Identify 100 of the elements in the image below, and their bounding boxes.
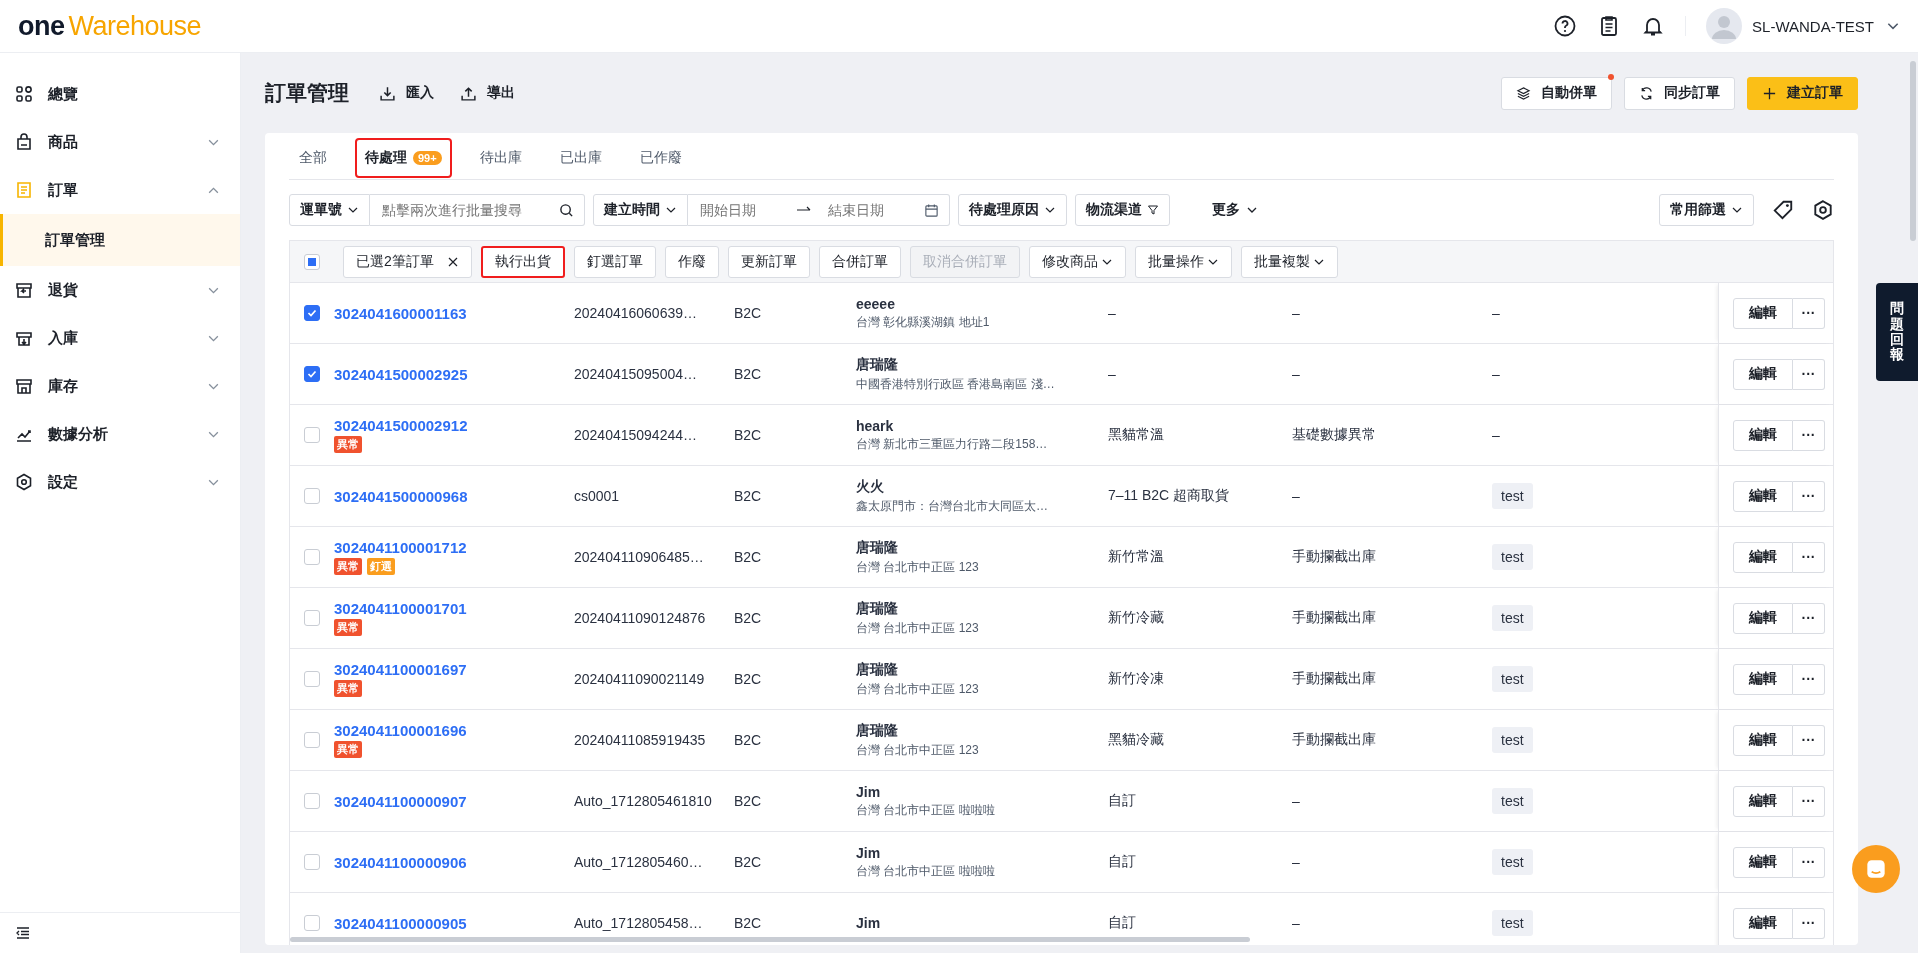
close-icon[interactable] bbox=[446, 255, 459, 268]
edit-button[interactable]: 編輯 bbox=[1733, 663, 1793, 695]
order-link[interactable]: 3024041100001712 bbox=[334, 539, 574, 556]
export-button[interactable]: 導出 bbox=[460, 84, 515, 102]
order-link[interactable]: 3024041100000907 bbox=[334, 792, 574, 810]
row-checkbox[interactable] bbox=[304, 366, 320, 382]
calendar-icon[interactable] bbox=[924, 202, 939, 218]
search-icon[interactable] bbox=[559, 202, 574, 218]
row-checkbox[interactable] bbox=[304, 427, 320, 443]
tab[interactable]: 已出庫 bbox=[549, 137, 612, 178]
tab[interactable]: 已作廢 bbox=[629, 137, 692, 178]
table-cell-text: 黑貓常溫 bbox=[1108, 426, 1165, 444]
more-button[interactable]: ··· bbox=[1793, 541, 1825, 573]
nav-subitem[interactable]: 訂單管理 bbox=[0, 214, 240, 266]
row-checkbox[interactable] bbox=[304, 671, 320, 687]
table-cell-text: 20240411090124876 bbox=[574, 610, 707, 626]
create-button[interactable]: 建立訂單 bbox=[1747, 76, 1858, 110]
edit-button[interactable]: 編輯 bbox=[1733, 907, 1793, 939]
count-badge: 99+ bbox=[413, 150, 442, 165]
row-checkbox[interactable] bbox=[304, 488, 320, 504]
order-link[interactable]: 3024041500002912 bbox=[334, 417, 574, 434]
date-range-field[interactable]: 開始日期 結束日期 bbox=[688, 194, 950, 226]
nav-item[interactable]: 總覽 bbox=[0, 70, 240, 118]
more-button[interactable]: ··· bbox=[1793, 846, 1825, 878]
tab[interactable]: 待處理 99+ bbox=[355, 137, 452, 178]
date-type-select[interactable]: 建立時間 bbox=[593, 194, 688, 226]
more-button[interactable]: ··· bbox=[1793, 785, 1825, 817]
more-button[interactable]: ··· bbox=[1793, 297, 1825, 329]
select-all-checkbox[interactable] bbox=[304, 253, 320, 270]
order-link[interactable]: 3024041500002925 bbox=[334, 365, 574, 383]
help-icon[interactable] bbox=[1553, 14, 1578, 38]
order-link[interactable]: 3024041600001163 bbox=[334, 304, 574, 322]
order-link[interactable]: 3024041100001697 bbox=[334, 661, 574, 678]
table-cell-text: 手動攔截出庫 bbox=[1292, 548, 1377, 566]
user-name[interactable]: SL-WANDA-TEST bbox=[1752, 17, 1874, 35]
edit-button[interactable]: 編輯 bbox=[1733, 785, 1793, 817]
row-checkbox[interactable] bbox=[304, 305, 320, 321]
settings-icon[interactable] bbox=[1812, 199, 1834, 221]
bulk-action-button[interactable]: 釘選訂單 bbox=[573, 245, 656, 278]
order-link[interactable]: 3024041100000905 bbox=[334, 914, 574, 932]
nav-item[interactable]: 退貨 bbox=[0, 266, 240, 314]
tab[interactable]: 全部 bbox=[289, 137, 337, 178]
bulk-action-button[interactable]: 作廢 bbox=[664, 245, 719, 278]
row-checkbox[interactable] bbox=[304, 732, 320, 748]
more-button[interactable]: ··· bbox=[1793, 419, 1825, 451]
bulk-action-button[interactable]: 執行出貨 bbox=[480, 245, 565, 278]
order-link[interactable]: 3024041500000968 bbox=[334, 487, 574, 505]
edit-button[interactable]: 編輯 bbox=[1733, 297, 1793, 329]
row-checkbox[interactable] bbox=[304, 549, 320, 565]
feedback-tab[interactable]: 問題回報 bbox=[1876, 283, 1918, 381]
row-checkbox[interactable] bbox=[304, 793, 320, 809]
tab[interactable]: 待出庫 bbox=[469, 137, 532, 178]
bulk-action-button[interactable]: 批量操作 bbox=[1134, 245, 1232, 278]
bulk-action-button[interactable]: 批量複製 bbox=[1240, 245, 1338, 278]
row-checkbox[interactable] bbox=[304, 610, 320, 626]
edit-button[interactable]: 編輯 bbox=[1733, 541, 1793, 573]
saved-filters-select[interactable]: 常用篩選 bbox=[1659, 194, 1754, 226]
nav-item[interactable]: 入庫 bbox=[0, 314, 240, 362]
scrollbar-thumb[interactable] bbox=[290, 937, 1250, 942]
scrollbar-thumb[interactable] bbox=[1910, 61, 1916, 241]
more-button[interactable]: ··· bbox=[1793, 724, 1825, 756]
tag-chip: test bbox=[1492, 910, 1533, 936]
nav-item[interactable]: 設定 bbox=[0, 458, 240, 506]
return-box-icon bbox=[14, 280, 34, 300]
nav-item[interactable]: 商品 bbox=[0, 118, 240, 166]
channel-filter[interactable]: 物流渠道 bbox=[1075, 194, 1170, 226]
table-cell: – bbox=[1492, 305, 1500, 321]
edit-button[interactable]: 編輯 bbox=[1733, 602, 1793, 634]
more-button[interactable]: ··· bbox=[1793, 480, 1825, 512]
edit-button[interactable]: 編輯 bbox=[1733, 724, 1793, 756]
order-link[interactable]: 3024041100000906 bbox=[334, 853, 574, 871]
row-checkbox[interactable] bbox=[304, 854, 320, 870]
recipient-address: 中國香港特別行政區 香港島南區 淺… bbox=[856, 375, 1055, 393]
import-button[interactable]: 匯入 bbox=[379, 84, 434, 102]
bulk-action-button[interactable]: 更新訂單 bbox=[727, 245, 810, 278]
bulk-action-button[interactable]: 修改商品 bbox=[1028, 245, 1126, 278]
nav-item[interactable]: 數據分析 bbox=[0, 410, 240, 458]
edit-button[interactable]: 編輯 bbox=[1733, 846, 1793, 878]
more-button[interactable]: ··· bbox=[1793, 907, 1825, 939]
sync-button[interactable]: 同步訂單 bbox=[1624, 76, 1735, 110]
nav-item[interactable]: 訂單 bbox=[0, 166, 240, 214]
search-type-select[interactable]: 運單號 bbox=[289, 194, 370, 226]
more-button[interactable]: ··· bbox=[1793, 358, 1825, 390]
bulk-action-button[interactable]: 合併訂單 bbox=[818, 245, 901, 278]
tag-icon[interactable] bbox=[1772, 199, 1794, 221]
search-field[interactable]: 點擊兩次進行批量搜尋 bbox=[370, 194, 585, 226]
edit-button[interactable]: 編輯 bbox=[1733, 480, 1793, 512]
order-link[interactable]: 3024041100001696 bbox=[334, 722, 574, 739]
layers-button[interactable]: 自動併單 bbox=[1501, 76, 1612, 110]
edit-button[interactable]: 編輯 bbox=[1733, 358, 1793, 390]
order-link[interactable]: 3024041100001701 bbox=[334, 600, 574, 617]
nav-item[interactable]: 庫存 bbox=[0, 362, 240, 410]
edit-button[interactable]: 編輯 bbox=[1733, 419, 1793, 451]
reason-select[interactable]: 待處理原因 bbox=[958, 194, 1067, 226]
collapse-menu-icon[interactable] bbox=[15, 925, 31, 941]
more-button[interactable]: ··· bbox=[1793, 602, 1825, 634]
more-button[interactable]: ··· bbox=[1793, 663, 1825, 695]
more-filters-button[interactable]: 更多 bbox=[1206, 200, 1264, 220]
selection-chip[interactable]: 已選2筆訂單 bbox=[343, 245, 472, 278]
row-checkbox[interactable] bbox=[304, 915, 320, 931]
